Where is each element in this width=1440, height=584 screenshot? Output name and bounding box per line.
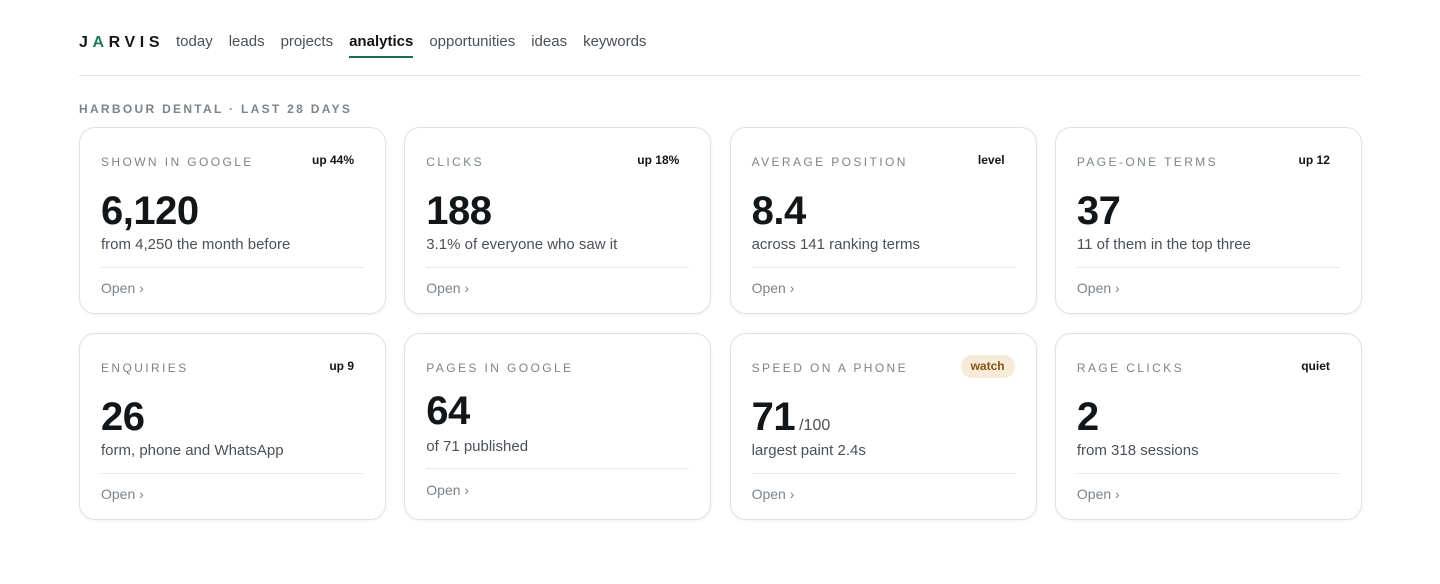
metric-cards-grid: SHOWN IN GOOGLE up 44% 6,120 from 4,250 … (79, 127, 1362, 520)
metric-context: of 71 published (426, 438, 529, 455)
top-nav: JARVIS today leads projects analytics op… (79, 0, 1361, 76)
card-divider (751, 473, 1015, 474)
metric-number: 6,120 (101, 189, 199, 233)
trend-badge: quiet (1301, 359, 1330, 373)
open-link[interactable]: Open › (426, 280, 469, 297)
trend-badge: up 18% (637, 153, 680, 167)
metric-context: 11 of them in the top three (1076, 236, 1251, 253)
nav-item-analytics[interactable]: analytics (349, 33, 414, 58)
nav-item-today[interactable]: today (176, 33, 213, 58)
card-divider (751, 267, 1015, 268)
open-link[interactable]: Open › (1077, 486, 1120, 503)
metric-card-pages-in-google[interactable]: PAGES IN GOOGLE 64 of 71 published Open … (404, 333, 712, 520)
metric-context: from 4,250 the month before (101, 236, 291, 253)
card-divider (101, 267, 364, 268)
nav-item-ideas[interactable]: ideas (531, 33, 567, 58)
metric-number: 188 (426, 189, 492, 233)
metric-number: 71 (751, 395, 796, 439)
metric-value: 2 (1077, 395, 1099, 439)
metric-card-shown-in-google[interactable]: SHOWN IN GOOGLE up 44% 6,120 from 4,250 … (79, 127, 386, 314)
metric-card-speed-on-a-phone[interactable]: SPEED ON A PHONE watch 71/100 largest pa… (729, 333, 1037, 520)
metric-context: across 141 ranking terms (751, 236, 920, 253)
metric-value: 37 (1077, 189, 1121, 233)
card-label: SPEED ON A PHONE (751, 361, 909, 375)
open-link[interactable]: Open › (752, 486, 795, 503)
open-link[interactable]: Open › (752, 280, 795, 297)
metric-card-page-one-terms[interactable]: PAGE-ONE TERMS up 12 37 11 of them in th… (1054, 127, 1362, 314)
metric-value: 64 (426, 389, 470, 433)
metric-number: 26 (101, 395, 145, 439)
nav-item-keywords[interactable]: keywords (583, 33, 646, 58)
open-link[interactable]: Open › (101, 280, 144, 297)
metric-value: 188 (426, 189, 492, 233)
nav-item-opportunities[interactable]: opportunities (429, 33, 515, 58)
metric-context: 3.1% of everyone who saw it (426, 236, 618, 253)
card-divider (426, 267, 690, 268)
metric-context: from 318 sessions (1076, 442, 1199, 459)
metric-number: 37 (1076, 189, 1121, 233)
metric-card-clicks[interactable]: CLICKS up 18% 188 3.1% of everyone who s… (404, 127, 712, 314)
metric-card-enquiries[interactable]: ENQUIRIES up 9 26 form, phone and WhatsA… (79, 333, 386, 520)
open-link[interactable]: Open › (1077, 280, 1120, 297)
trend-badge: up 12 (1298, 153, 1330, 167)
metric-value: 26 (101, 395, 145, 439)
open-link[interactable]: Open › (426, 482, 469, 499)
metric-value: 71/100 (752, 395, 831, 448)
metric-number: 8.4 (751, 189, 807, 233)
card-divider (426, 468, 690, 469)
app-logo[interactable]: JARVIS (79, 34, 164, 52)
watch-badge: watch (960, 355, 1015, 378)
nav-links: today leads projects analytics opportuni… (176, 33, 646, 58)
logo-text-accent: A (92, 34, 109, 51)
card-label: SHOWN IN GOOGLE (101, 155, 254, 169)
nav-item-leads[interactable]: leads (229, 33, 265, 58)
metric-context: largest paint 2.4s (751, 442, 866, 459)
card-divider (1076, 267, 1340, 268)
logo-text-start: J (79, 34, 93, 51)
section-label: HARBOUR DENTAL · LAST 28 DAYS (79, 102, 353, 116)
card-label: PAGE-ONE TERMS (1076, 155, 1219, 169)
nav-item-projects[interactable]: projects (281, 33, 334, 58)
card-label: AVERAGE POSITION (751, 155, 908, 169)
metric-card-rage-clicks[interactable]: RAGE CLICKS quiet 2 from 318 sessions Op… (1054, 333, 1362, 520)
card-divider (1076, 473, 1340, 474)
metric-value: 8.4 (751, 189, 807, 233)
open-link[interactable]: Open › (101, 486, 144, 503)
trend-badge: up 9 (329, 359, 354, 373)
trend-badge: level (977, 153, 1005, 167)
metric-value: 6,120 (101, 189, 199, 233)
card-divider (101, 473, 364, 474)
logo-text-end: RVIS (108, 34, 165, 51)
card-label: CLICKS (426, 155, 485, 169)
metric-card-average-position[interactable]: AVERAGE POSITION level 8.4 across 141 ra… (729, 127, 1037, 314)
card-label: ENQUIRIES (101, 361, 189, 375)
card-label: RAGE CLICKS (1076, 361, 1184, 375)
trend-badge: up 44% (311, 153, 354, 167)
metric-context: form, phone and WhatsApp (101, 442, 284, 459)
metric-unit: /100 (799, 417, 831, 434)
metric-number: 64 (426, 389, 470, 433)
card-label: PAGES IN GOOGLE (426, 361, 574, 375)
metric-number: 2 (1076, 395, 1099, 439)
